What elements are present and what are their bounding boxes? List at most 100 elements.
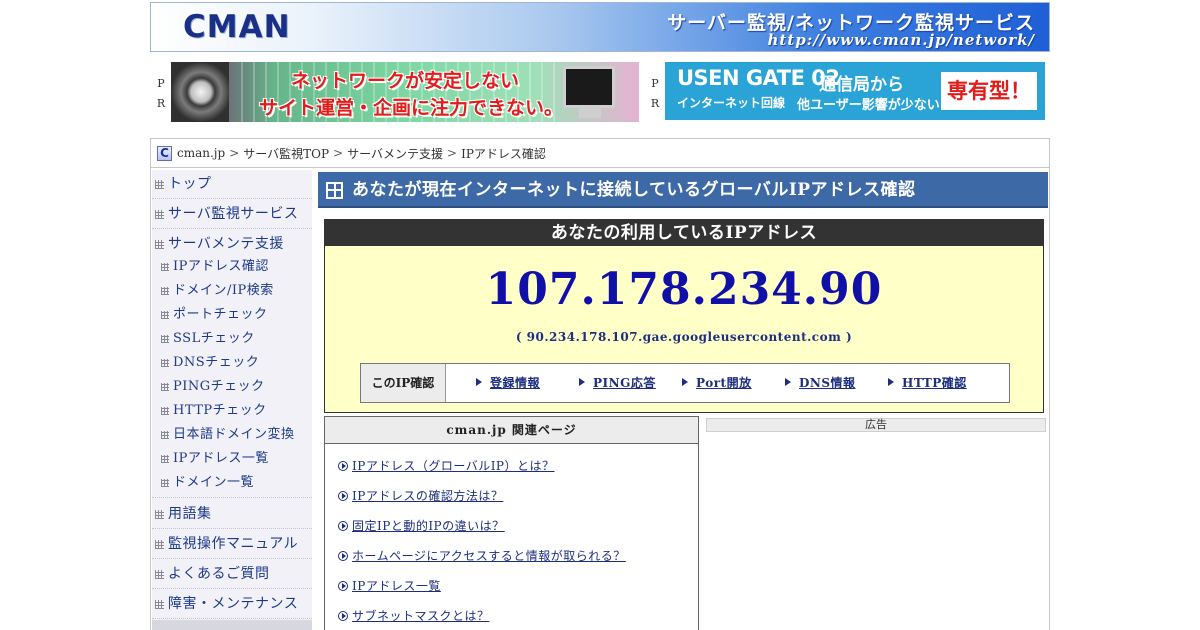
grid-bullet-icon [161, 455, 169, 463]
related-link[interactable]: 固定IPと動的IPの違いは？ [338, 516, 505, 536]
sidebar-sub-jp-domain-convert[interactable]: 日本語ドメイン変換 [152, 423, 312, 447]
pr-label-r: R [156, 97, 166, 110]
ip-action-label: Port開放 [696, 376, 752, 390]
related-pages-heading: cman.jp 関連ページ [325, 417, 698, 444]
sidebar-item-glossary[interactable]: 用語集 [152, 500, 312, 529]
pr-label-p: P [157, 77, 165, 90]
sidebar-sub-label: IPアドレス確認 [173, 259, 269, 274]
ip-action-http[interactable]: HTTP確認 [888, 364, 967, 402]
breadcrumb-link-maintenance[interactable]: サーバメンテ支援 [347, 145, 443, 162]
breadcrumb-link-server-monitoring[interactable]: サーバ監視TOP [243, 145, 329, 162]
page-title-text: あなたが現在インターネットに接続しているグローバルIPアドレス確認 [352, 180, 916, 200]
sidebar-sub-label: 日本語ドメイン変換 [173, 427, 295, 442]
sidebar-sub-label: ポートチェック [173, 307, 268, 322]
ad-usen-line1: 通信局から [819, 75, 904, 95]
sidebar-sub-label: DNSチェック [173, 355, 260, 370]
sidebar-sub-dns-check[interactable]: DNSチェック [152, 351, 312, 375]
grid-bullet-icon [161, 311, 169, 319]
sidebar-item-manual[interactable]: 監視操作マニュアル [152, 530, 312, 559]
ad-usen-line2: 他ユーザー影響が少ない [797, 98, 940, 113]
related-link[interactable]: ホームページにアクセスすると情報が取られる？ [338, 546, 626, 566]
ip-action-label: DNS情報 [799, 376, 856, 390]
camera-image [171, 62, 229, 122]
cman-icon: C [157, 145, 172, 161]
circle-arrow-icon [338, 611, 348, 621]
sidebar: トップ サーバ監視サービス サーバメンテ支援 IPアドレス確認 ドメイン/IP検… [152, 170, 312, 630]
related-link-label: 固定IPと動的IPの違いは？ [352, 519, 505, 533]
site-header-banner[interactable]: CMAN サーバー監視/ネットワーク監視サービス http://www.cman… [150, 2, 1050, 52]
sidebar-sub-ssl-check[interactable]: SSLチェック [152, 327, 312, 351]
circle-arrow-icon [338, 551, 348, 561]
related-link-label: IPアドレス一覧 [352, 579, 441, 593]
ip-action-label: PING応答 [593, 376, 656, 390]
triangle-right-icon [476, 378, 482, 386]
ad-usen-badge: 専有型！ [941, 72, 1037, 110]
related-link-label: ホームページにアクセスすると情報が取られる？ [352, 549, 626, 563]
related-link[interactable]: IPアドレス一覧 [338, 576, 441, 596]
ip-hostname: ( 90.234.178.107.gae.googleusercontent.c… [515, 330, 853, 344]
ad-banner-network[interactable]: ネットワークが安定しない サイト運営・企画に注力できない。 [171, 62, 639, 122]
ad-banner-line2: サイト運営・企画に注力できない。 [259, 97, 564, 119]
sidebar-sub-ping-check[interactable]: PINGチェック [152, 375, 312, 399]
grid-bullet-icon [155, 510, 164, 519]
ip-actions-bar: このIP確認 登録情報 PING応答 Port開放 DNS情報 HTTP確認 [360, 363, 1010, 403]
sidebar-item-label: サーバ監視サービス [168, 206, 299, 222]
window-grid-icon [326, 182, 343, 199]
sidebar-item-maintenance-notice[interactable]: 障害・メンテナンス [152, 590, 312, 619]
circle-arrow-icon [338, 521, 348, 531]
pr-label-p-2: P [651, 77, 659, 90]
sidebar-sub-domain-list[interactable]: ドメイン一覧 [152, 471, 312, 498]
grid-bullet-icon [155, 240, 164, 249]
cman-logo[interactable]: CMAN [183, 9, 291, 45]
ip-address-value: 107.178.234.90 [485, 264, 883, 315]
sidebar-item-label: トップ [168, 176, 212, 192]
sidebar-sub-label: ドメイン一覧 [173, 475, 255, 490]
grid-bullet-icon [161, 359, 169, 367]
related-link-label: IPアドレスの確認方法は？ [352, 489, 504, 503]
sidebar-item-faq[interactable]: よくあるご質問 [152, 560, 312, 589]
related-link[interactable]: IPアドレスの確認方法は？ [338, 486, 503, 506]
sidebar-sub-label: SSLチェック [173, 331, 255, 346]
grid-bullet-icon [161, 431, 169, 439]
grid-bullet-icon [161, 263, 169, 271]
ip-action-dns[interactable]: DNS情報 [785, 364, 856, 402]
related-link-label: サブネットマスクとは？ [352, 609, 490, 623]
grid-bullet-icon [161, 383, 169, 391]
related-link[interactable]: サブネットマスクとは？ [338, 606, 490, 626]
sidebar-item-server-monitoring[interactable]: サーバ監視サービス [152, 200, 312, 229]
sidebar-section-cutoff [152, 620, 312, 630]
breadcrumb-link-cman[interactable]: cman.jp [177, 146, 225, 160]
sidebar-sub-ip-check[interactable]: IPアドレス確認 [152, 255, 312, 279]
sidebar-sub-port-check[interactable]: ポートチェック [152, 303, 312, 327]
triangle-right-icon [682, 378, 688, 386]
grid-bullet-icon [161, 407, 169, 415]
triangle-right-icon [579, 378, 585, 386]
ad-banner-usen[interactable]: USEN GATE 02 インターネット回線 通信局から 他ユーザー影響が少ない… [665, 62, 1045, 120]
sidebar-sub-http-check[interactable]: HTTPチェック [152, 399, 312, 423]
ip-action-port[interactable]: Port開放 [682, 364, 752, 402]
sidebar-sub-ip-list[interactable]: IPアドレス一覧 [152, 447, 312, 471]
circle-arrow-icon [338, 461, 348, 471]
sidebar-sub-domain-ip-search[interactable]: ドメイン/IP検索 [152, 279, 312, 303]
ip-actions-label: このIP確認 [361, 364, 446, 402]
sidebar-item-label: サーバメンテ支援 [168, 236, 284, 252]
monitor-image [563, 66, 615, 108]
breadcrumb-separator: > [447, 146, 458, 160]
breadcrumb-separator: > [229, 146, 240, 160]
ip-action-label: 登録情報 [490, 376, 541, 390]
sidebar-sub-label: ドメイン/IP検索 [173, 283, 274, 298]
sidebar-sub-label: HTTPチェック [173, 403, 267, 418]
related-link[interactable]: IPアドレス（グローバルIP）とは？ [338, 456, 555, 476]
sidebar-item-label: 用語集 [168, 506, 212, 522]
grid-bullet-icon [161, 287, 169, 295]
grid-bullet-icon [161, 335, 169, 343]
ad-usen-sub: インターネット回線 [677, 96, 786, 110]
grid-bullet-icon [161, 479, 169, 487]
triangle-right-icon [888, 378, 894, 386]
pr-label-r-2: R [650, 97, 660, 110]
ip-action-ping[interactable]: PING応答 [579, 364, 656, 402]
sidebar-item-top[interactable]: トップ [152, 170, 312, 199]
ip-action-registration[interactable]: 登録情報 [476, 364, 540, 402]
header-url[interactable]: http://www.cman.jp/network/ [767, 31, 1035, 49]
related-pages-panel: cman.jp 関連ページ IPアドレス（グローバルIP）とは？ IPアドレスの… [324, 416, 699, 630]
